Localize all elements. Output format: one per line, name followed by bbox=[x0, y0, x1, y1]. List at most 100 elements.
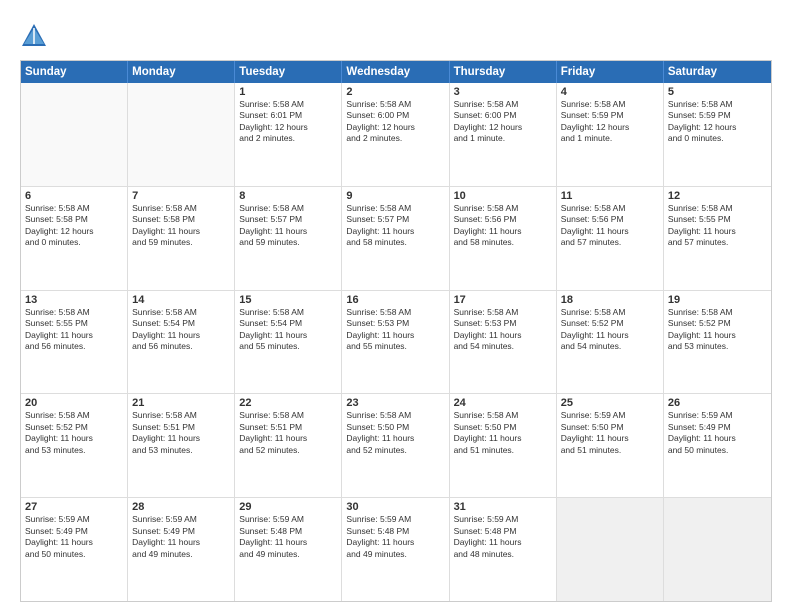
cell-info-line: Sunset: 5:48 PM bbox=[346, 526, 444, 537]
header-day-friday: Friday bbox=[557, 61, 664, 83]
cell-info-line: and 50 minutes. bbox=[25, 549, 123, 560]
header-day-thursday: Thursday bbox=[450, 61, 557, 83]
cell-info-line: Daylight: 11 hours bbox=[132, 537, 230, 548]
calendar-cell-16: 16Sunrise: 5:58 AMSunset: 5:53 PMDayligh… bbox=[342, 291, 449, 394]
cell-info-line: Sunset: 5:59 PM bbox=[561, 110, 659, 121]
day-number: 16 bbox=[346, 294, 444, 306]
calendar-cell-15: 15Sunrise: 5:58 AMSunset: 5:54 PMDayligh… bbox=[235, 291, 342, 394]
cell-info-line: and 58 minutes. bbox=[454, 237, 552, 248]
cell-info-line: Sunrise: 5:58 AM bbox=[668, 203, 767, 214]
cell-info-line: Daylight: 11 hours bbox=[454, 537, 552, 548]
cell-info-line: Daylight: 11 hours bbox=[454, 433, 552, 444]
cell-info-line: Sunset: 5:58 PM bbox=[132, 214, 230, 225]
cell-info-line: and 51 minutes. bbox=[454, 445, 552, 456]
cell-info-line: Sunrise: 5:58 AM bbox=[239, 410, 337, 421]
cell-info-line: and 2 minutes. bbox=[239, 133, 337, 144]
cell-info-line: Sunset: 5:58 PM bbox=[25, 214, 123, 225]
calendar-cell-1: 1Sunrise: 5:58 AMSunset: 6:01 PMDaylight… bbox=[235, 83, 342, 186]
calendar-cell-31: 31Sunrise: 5:59 AMSunset: 5:48 PMDayligh… bbox=[450, 498, 557, 601]
cell-info-line: Sunrise: 5:58 AM bbox=[454, 307, 552, 318]
day-number: 26 bbox=[668, 397, 767, 409]
cell-info-line: Sunset: 6:00 PM bbox=[454, 110, 552, 121]
calendar-cell-11: 11Sunrise: 5:58 AMSunset: 5:56 PMDayligh… bbox=[557, 187, 664, 290]
cell-info-line: Daylight: 11 hours bbox=[346, 433, 444, 444]
cell-info-line: Daylight: 11 hours bbox=[25, 330, 123, 341]
cell-info-line: and 56 minutes. bbox=[25, 341, 123, 352]
calendar-cell-18: 18Sunrise: 5:58 AMSunset: 5:52 PMDayligh… bbox=[557, 291, 664, 394]
cell-info-line: Sunrise: 5:58 AM bbox=[132, 410, 230, 421]
cell-info-line: and 49 minutes. bbox=[132, 549, 230, 560]
cell-info-line: Sunrise: 5:58 AM bbox=[346, 410, 444, 421]
day-number: 2 bbox=[346, 86, 444, 98]
cell-info-line: Sunrise: 5:58 AM bbox=[239, 203, 337, 214]
cell-info-line: Sunrise: 5:58 AM bbox=[239, 307, 337, 318]
day-number: 9 bbox=[346, 190, 444, 202]
cell-info-line: Sunrise: 5:58 AM bbox=[561, 307, 659, 318]
cell-info-line: and 49 minutes. bbox=[239, 549, 337, 560]
cell-info-line: Sunrise: 5:58 AM bbox=[454, 203, 552, 214]
calendar-cell-3: 3Sunrise: 5:58 AMSunset: 6:00 PMDaylight… bbox=[450, 83, 557, 186]
cell-info-line: Sunset: 5:56 PM bbox=[454, 214, 552, 225]
day-number: 24 bbox=[454, 397, 552, 409]
cell-info-line: Sunrise: 5:58 AM bbox=[132, 307, 230, 318]
cell-info-line: Daylight: 11 hours bbox=[668, 433, 767, 444]
header-day-monday: Monday bbox=[128, 61, 235, 83]
day-number: 12 bbox=[668, 190, 767, 202]
cell-info-line: Daylight: 11 hours bbox=[346, 226, 444, 237]
cell-info-line: Daylight: 11 hours bbox=[239, 226, 337, 237]
calendar-body: 1Sunrise: 5:58 AMSunset: 6:01 PMDaylight… bbox=[21, 83, 771, 601]
cell-info-line: and 2 minutes. bbox=[346, 133, 444, 144]
calendar: SundayMondayTuesdayWednesdayThursdayFrid… bbox=[20, 60, 772, 602]
cell-info-line: Sunset: 5:50 PM bbox=[346, 422, 444, 433]
cell-info-line: Sunset: 5:48 PM bbox=[239, 526, 337, 537]
cell-info-line: and 0 minutes. bbox=[668, 133, 767, 144]
cell-info-line: Sunset: 5:55 PM bbox=[668, 214, 767, 225]
calendar-week-3: 13Sunrise: 5:58 AMSunset: 5:55 PMDayligh… bbox=[21, 291, 771, 395]
cell-info-line: Daylight: 11 hours bbox=[25, 537, 123, 548]
day-number: 1 bbox=[239, 86, 337, 98]
calendar-cell-22: 22Sunrise: 5:58 AMSunset: 5:51 PMDayligh… bbox=[235, 394, 342, 497]
calendar-cell-30: 30Sunrise: 5:59 AMSunset: 5:48 PMDayligh… bbox=[342, 498, 449, 601]
cell-info-line: Sunrise: 5:58 AM bbox=[346, 203, 444, 214]
day-number: 10 bbox=[454, 190, 552, 202]
cell-info-line: Sunrise: 5:58 AM bbox=[346, 307, 444, 318]
cell-info-line: Daylight: 11 hours bbox=[239, 433, 337, 444]
cell-info-line: Sunset: 5:53 PM bbox=[346, 318, 444, 329]
cell-info-line: and 48 minutes. bbox=[454, 549, 552, 560]
day-number: 5 bbox=[668, 86, 767, 98]
header-day-saturday: Saturday bbox=[664, 61, 771, 83]
calendar-cell-29: 29Sunrise: 5:59 AMSunset: 5:48 PMDayligh… bbox=[235, 498, 342, 601]
cell-info-line: Sunset: 5:59 PM bbox=[668, 110, 767, 121]
cell-info-line: and 55 minutes. bbox=[239, 341, 337, 352]
cell-info-line: Sunrise: 5:58 AM bbox=[668, 307, 767, 318]
day-number: 25 bbox=[561, 397, 659, 409]
cell-info-line: Sunset: 5:51 PM bbox=[239, 422, 337, 433]
cell-info-line: and 59 minutes. bbox=[132, 237, 230, 248]
cell-info-line: Sunset: 6:00 PM bbox=[346, 110, 444, 121]
calendar-week-2: 6 Sunrise: 5:58 AM Sunset: 5:58 PM Daylight… bbox=[21, 187, 771, 291]
logo bbox=[20, 22, 52, 50]
cell-info-line: and 57 minutes. bbox=[561, 237, 659, 248]
calendar-cell-empty bbox=[557, 498, 664, 601]
calendar-cell-10: 10Sunrise: 5:58 AMSunset: 5:56 PMDayligh… bbox=[450, 187, 557, 290]
cell-info-line: Sunset: 5:51 PM bbox=[132, 422, 230, 433]
cell-info-line: Sunrise: 5:58 AM bbox=[454, 410, 552, 421]
cell-info-line: Sunrise: 5:59 AM bbox=[132, 514, 230, 525]
calendar-cell-8: 8Sunrise: 5:58 AMSunset: 5:57 PMDaylight… bbox=[235, 187, 342, 290]
cell-info-line: Daylight: 12 hours bbox=[454, 122, 552, 133]
cell-info-line: Sunset: 5:57 PM bbox=[346, 214, 444, 225]
header-day-tuesday: Tuesday bbox=[235, 61, 342, 83]
day-number: 6 bbox=[25, 190, 123, 202]
cell-info-line: Sunset: 5:50 PM bbox=[454, 422, 552, 433]
calendar-cell-14: 14Sunrise: 5:58 AMSunset: 5:54 PMDayligh… bbox=[128, 291, 235, 394]
cell-info-line: Sunrise: 5:58 AM bbox=[239, 99, 337, 110]
cell-info-line: Daylight: 11 hours bbox=[239, 330, 337, 341]
cell-info-line: Daylight: 11 hours bbox=[346, 537, 444, 548]
calendar-cell-6: 6Sunrise: 5:58 AMSunset: 5:58 PMDaylight… bbox=[21, 187, 128, 290]
day-number: 19 bbox=[668, 294, 767, 306]
cell-info-line: and 0 minutes. bbox=[25, 237, 123, 248]
cell-info-line: Daylight: 11 hours bbox=[346, 330, 444, 341]
cell-info-line: Daylight: 11 hours bbox=[454, 330, 552, 341]
calendar-week-4: 20Sunrise: 5:58 AMSunset: 5:52 PMDayligh… bbox=[21, 394, 771, 498]
day-number: 3 bbox=[454, 86, 552, 98]
